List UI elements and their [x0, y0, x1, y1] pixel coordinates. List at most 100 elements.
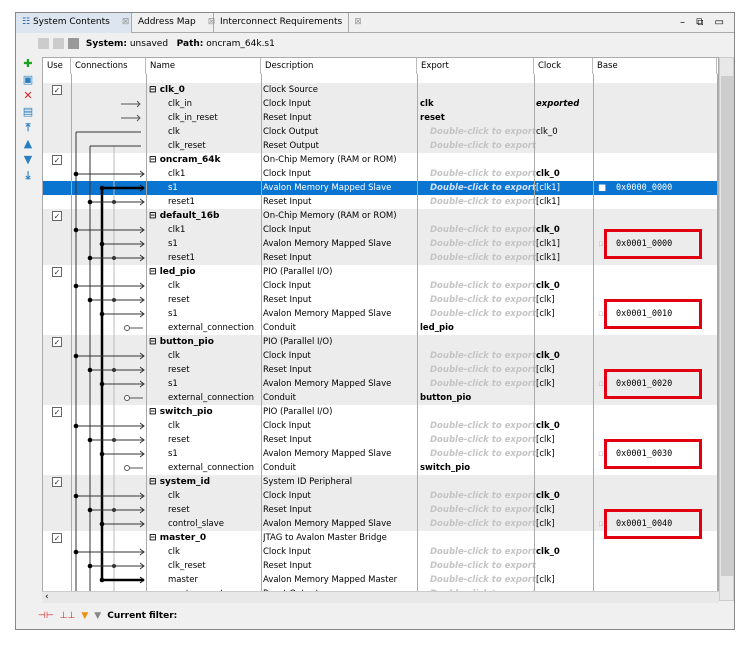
- collapse-icon[interactable]: ⊟: [149, 337, 157, 347]
- export-placeholder[interactable]: Double-click to export: [420, 349, 536, 363]
- use-checkbox[interactable]: ✓: [52, 211, 62, 221]
- clock-value[interactable]: clk_0: [536, 125, 558, 139]
- add-icon[interactable]: ✚: [19, 57, 37, 73]
- use-checkbox[interactable]: ✓: [52, 407, 62, 417]
- clock-value[interactable]: [clk1]: [536, 251, 560, 265]
- use-checkbox[interactable]: ✓: [52, 477, 62, 487]
- use-checkbox[interactable]: ✓: [52, 267, 62, 277]
- export-value[interactable]: button_pio: [420, 391, 471, 405]
- scroll-left-icon[interactable]: ‹: [42, 592, 49, 602]
- horizontal-scrollbar[interactable]: ‹: [42, 591, 719, 603]
- export-placeholder[interactable]: Double-click to export: [420, 377, 536, 391]
- show-signals-icon[interactable]: ⊣⊢: [38, 611, 54, 621]
- export-placeholder[interactable]: Double-click to export: [420, 419, 536, 433]
- export-placeholder[interactable]: Double-click to export: [420, 279, 536, 293]
- collapse-icon[interactable]: ⊟: [149, 533, 157, 543]
- tab-interconnect-requirements[interactable]: Interconnect Requirements ⊠: [214, 13, 362, 33]
- column-header-base[interactable]: Base: [593, 58, 717, 74]
- tab-address-map[interactable]: Address Map ⊠: [132, 13, 215, 33]
- export-placeholder[interactable]: Double-click to export: [420, 125, 536, 139]
- column-header-clock[interactable]: Clock: [534, 58, 593, 74]
- export-placeholder[interactable]: Double-click to export: [420, 433, 536, 447]
- clock-value[interactable]: [clk]: [536, 377, 555, 391]
- export-placeholder[interactable]: Double-click to export: [420, 237, 536, 251]
- clock-value[interactable]: clk_0: [536, 167, 560, 181]
- window-controls[interactable]: – ⧉ ▭: [680, 17, 728, 28]
- move-up-icon[interactable]: ▲: [19, 137, 37, 153]
- add-component-icon[interactable]: ▣: [19, 73, 37, 89]
- collapse-icon[interactable]: ⊟: [149, 85, 157, 95]
- clock-value[interactable]: [clk]: [536, 447, 555, 461]
- move-up-icon[interactable]: [53, 38, 64, 49]
- clock-value[interactable]: [clk]: [536, 573, 555, 587]
- remove-icon[interactable]: ✕: [19, 89, 37, 105]
- clock-value[interactable]: exported: [536, 97, 579, 111]
- clock-value[interactable]: clk_0: [536, 349, 560, 363]
- clock-value[interactable]: [clk]: [536, 503, 555, 517]
- use-checkbox[interactable]: ✓: [52, 155, 62, 165]
- unlock-icon[interactable]: ▫: [598, 307, 604, 321]
- unlock-icon[interactable]: ▫: [598, 447, 604, 461]
- export-placeholder[interactable]: Double-click to export: [420, 181, 536, 195]
- export-placeholder[interactable]: Double-click to export: [420, 363, 536, 377]
- collapse-icon[interactable]: ⊟: [149, 407, 157, 417]
- move-bottom-icon[interactable]: ⤓: [19, 169, 37, 185]
- use-checkbox[interactable]: ✓: [52, 337, 62, 347]
- clock-value[interactable]: clk_0: [536, 223, 560, 237]
- close-icon[interactable]: ⊠: [354, 17, 362, 27]
- export-placeholder[interactable]: Double-click to export: [420, 489, 536, 503]
- unlock-icon[interactable]: ▫: [598, 517, 604, 531]
- clock-value[interactable]: [clk]: [536, 307, 555, 321]
- column-header-connections[interactable]: Connections: [71, 58, 146, 74]
- move-down-icon[interactable]: ▼: [19, 153, 37, 169]
- hide-signals-icon[interactable]: ⊥⊥: [60, 611, 76, 621]
- export-placeholder[interactable]: Double-click to export: [420, 195, 536, 209]
- collapse-icon[interactable]: ⊟: [149, 155, 157, 165]
- unlock-icon[interactable]: ▫: [598, 377, 604, 391]
- column-header-description[interactable]: Description: [261, 58, 417, 74]
- clear-filter-icon[interactable]: ▼: [94, 611, 101, 621]
- move-top-icon[interactable]: ⤒: [19, 121, 37, 137]
- base-address[interactable]: 0x0000_0000: [616, 181, 672, 195]
- tab-system-contents[interactable]: ☷ System Contents ⊠: [16, 13, 132, 33]
- move-top-icon[interactable]: [38, 38, 49, 49]
- export-placeholder[interactable]: Double-click to export: [420, 447, 536, 461]
- vertical-scrollbar[interactable]: [719, 57, 734, 601]
- export-placeholder[interactable]: Double-click to export: [420, 293, 536, 307]
- export-placeholder[interactable]: Double-click to export: [420, 251, 536, 265]
- clock-value[interactable]: clk_0: [536, 545, 560, 559]
- close-icon[interactable]: ⊠: [122, 17, 130, 27]
- clock-value[interactable]: clk_0: [536, 419, 560, 433]
- export-placeholder[interactable]: Double-click to export: [420, 167, 536, 181]
- export-placeholder[interactable]: Double-click to export: [420, 139, 536, 153]
- lock-icon[interactable]: ■: [598, 181, 606, 195]
- clock-value[interactable]: clk_0: [536, 489, 560, 503]
- clock-value[interactable]: clk_0: [536, 279, 560, 293]
- export-value[interactable]: clk: [420, 97, 434, 111]
- export-placeholder[interactable]: Double-click to export: [420, 573, 536, 587]
- column-header-export[interactable]: Export: [417, 58, 534, 74]
- clock-value[interactable]: [clk]: [536, 517, 555, 531]
- use-checkbox[interactable]: ✓: [52, 85, 62, 95]
- scrollbar-thumb[interactable]: [721, 76, 733, 576]
- unlock-icon[interactable]: ▫: [598, 237, 604, 251]
- export-placeholder[interactable]: Double-click to export: [420, 223, 536, 237]
- column-header-name[interactable]: Name: [146, 58, 261, 74]
- filter-icon[interactable]: ▼: [81, 611, 88, 621]
- export-value[interactable]: reset: [420, 111, 445, 125]
- export-placeholder[interactable]: Double-click to export: [420, 545, 536, 559]
- export-placeholder[interactable]: Double-click to export: [420, 503, 536, 517]
- collapse-icon[interactable]: ⊟: [149, 267, 157, 277]
- clock-value[interactable]: [clk1]: [536, 181, 560, 195]
- clock-value[interactable]: [clk]: [536, 433, 555, 447]
- export-value[interactable]: led_pio: [420, 321, 454, 335]
- clock-value[interactable]: [clk]: [536, 363, 555, 377]
- edit-icon[interactable]: ▤: [19, 105, 37, 121]
- collapse-icon[interactable]: ⊟: [149, 211, 157, 221]
- collapse-icon[interactable]: ⊟: [149, 477, 157, 487]
- use-checkbox[interactable]: ✓: [52, 533, 62, 543]
- clock-value[interactable]: [clk]: [536, 293, 555, 307]
- export-placeholder[interactable]: Double-click to export: [420, 517, 536, 531]
- export-value[interactable]: switch_pio: [420, 461, 470, 475]
- export-placeholder[interactable]: Double-click to export: [420, 307, 536, 321]
